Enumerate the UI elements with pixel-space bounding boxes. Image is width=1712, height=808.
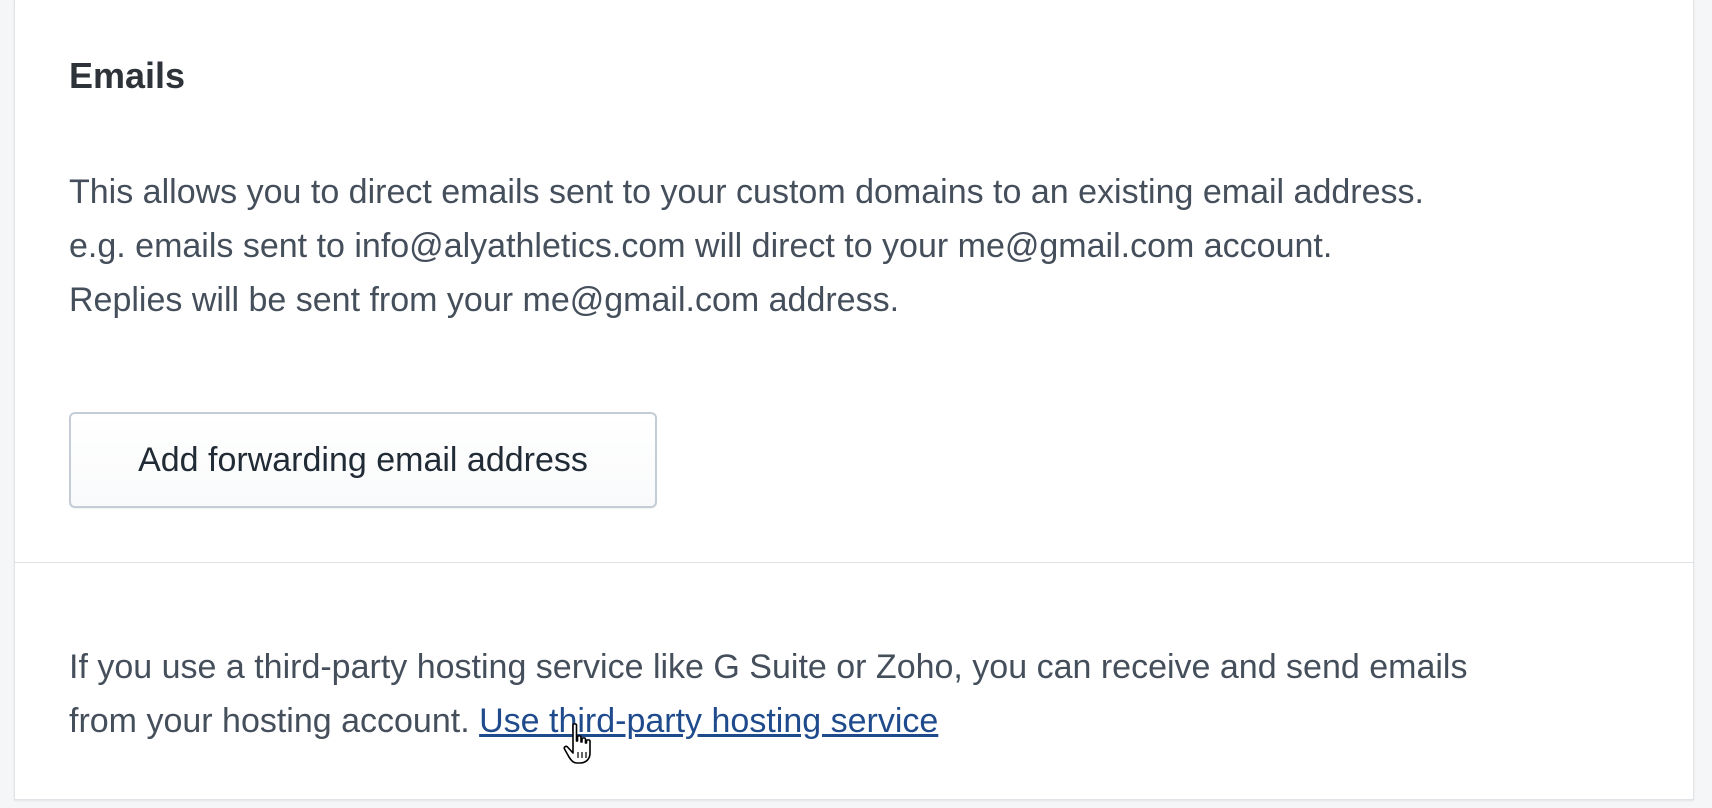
footer-line-1: If you use a third-party hosting service… xyxy=(69,648,1468,686)
section-title: Emails xyxy=(69,55,186,96)
third-party-hosting-link[interactable]: Use third-party hosting service xyxy=(479,702,938,740)
footer-line-2-text: from your hosting account. xyxy=(69,702,480,740)
add-forwarding-email-button[interactable]: Add forwarding email address xyxy=(69,412,657,508)
description-line-3: Replies will be sent from your me@gmail.… xyxy=(69,281,900,319)
emails-card: Emails This allows you to direct emails … xyxy=(14,0,1694,800)
section-divider xyxy=(15,562,1693,563)
emails-section: Emails This allows you to direct emails … xyxy=(15,0,1693,562)
third-party-hosting-info: If you use a third-party hosting service… xyxy=(69,640,1679,748)
description-line-2: e.g. emails sent to info@alyathletics.co… xyxy=(69,227,1333,265)
footer-line-2: from your hosting account. Use third-par… xyxy=(69,694,1679,748)
description-line-1: This allows you to direct emails sent to… xyxy=(69,173,1424,211)
section-description: This allows you to direct emails sent to… xyxy=(69,165,1669,327)
